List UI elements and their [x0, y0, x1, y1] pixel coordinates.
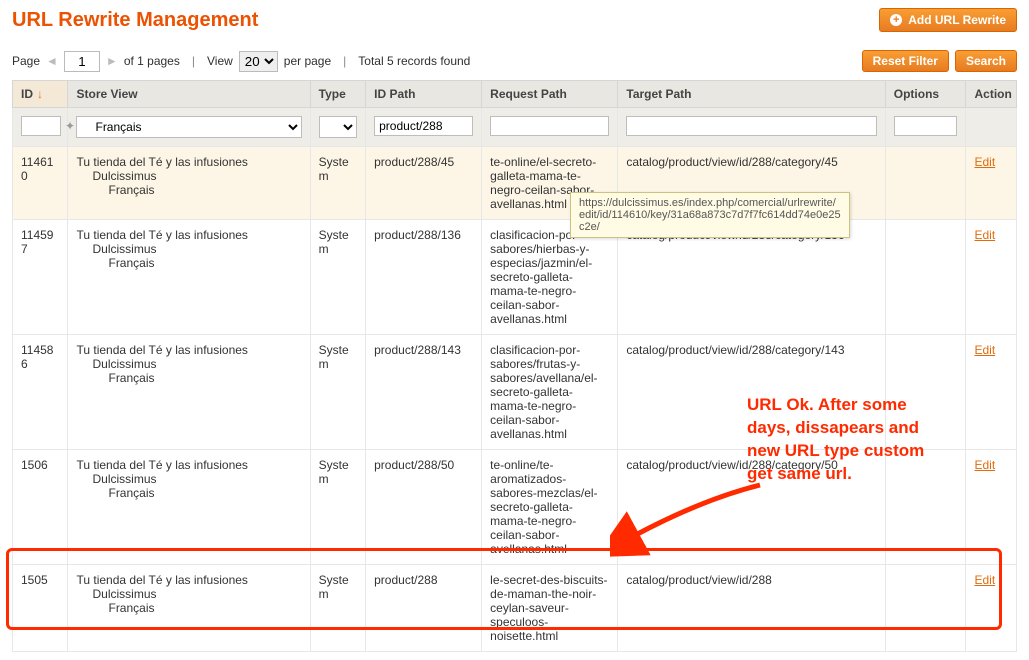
store-lvl3: Français: [76, 256, 301, 270]
cell-id-path: product/288/143: [366, 335, 482, 450]
store-lvl3: Français: [76, 486, 301, 500]
cell-action: Edit: [966, 335, 1017, 450]
cell-request-path: clasificacion-por-sabores/frutas-y-sabor…: [482, 335, 618, 450]
col-options[interactable]: Options: [885, 81, 966, 108]
edit-link[interactable]: Edit: [974, 228, 995, 242]
store-lvl3: Français: [76, 371, 301, 385]
store-lvl2: Dulcissimus: [76, 169, 301, 183]
store-lvl2: Dulcissimus: [76, 242, 301, 256]
filter-id-path-input[interactable]: [374, 116, 473, 136]
grid-toolbar: Page ◄ ► of 1 pages | View 20 per page |…: [12, 50, 1017, 72]
cell-id: 114610: [13, 147, 68, 220]
cell-store-view: Tu tienda del Té y las infusiones Dulcis…: [68, 147, 310, 220]
col-id-path[interactable]: ID Path: [366, 81, 482, 108]
store-lvl2: Dulcissimus: [76, 357, 301, 371]
store-lvl1: Tu tienda del Té y las infusiones: [76, 155, 301, 169]
filter-request-path-input[interactable]: [490, 116, 609, 136]
cell-type: System: [310, 220, 365, 335]
tooltip: https://dulcissimus.es/index.php/comerci…: [570, 192, 850, 238]
cell-type: System: [310, 147, 365, 220]
cell-action: Edit: [966, 147, 1017, 220]
cell-store-view: Tu tienda del Té y las infusiones Dulcis…: [68, 335, 310, 450]
cell-id-path: product/288/45: [366, 147, 482, 220]
store-lvl1: Tu tienda del Té y las infusiones: [76, 228, 301, 242]
table-row[interactable]: 114610 Tu tienda del Té y las infusiones…: [13, 147, 1017, 220]
prev-page-icon[interactable]: ◄: [46, 54, 58, 68]
cell-id-path: product/288/136: [366, 220, 482, 335]
search-button[interactable]: Search: [955, 50, 1017, 72]
cell-options: [885, 220, 966, 335]
filter-options-input[interactable]: [894, 116, 958, 136]
cell-id: 114586: [13, 335, 68, 450]
filter-id-input[interactable]: [21, 116, 61, 136]
plus-icon: +: [890, 14, 902, 26]
page-input[interactable]: [64, 51, 100, 72]
edit-link[interactable]: Edit: [974, 343, 995, 357]
cell-options: [885, 147, 966, 220]
col-type[interactable]: Type: [310, 81, 365, 108]
next-page-icon[interactable]: ►: [106, 54, 118, 68]
cell-id: 114597: [13, 220, 68, 335]
store-lvl2: Dulcissimus: [76, 472, 301, 486]
total-records: Total 5 records found: [358, 54, 470, 68]
col-request-path[interactable]: Request Path: [482, 81, 618, 108]
filter-store-view-select[interactable]: Français: [76, 116, 301, 138]
store-lvl1: Tu tienda del Té y las infusiones: [76, 458, 301, 472]
add-url-rewrite-button[interactable]: + Add URL Rewrite: [879, 8, 1017, 32]
cell-store-view: Tu tienda del Té y las infusiones Dulcis…: [68, 220, 310, 335]
add-button-label: Add URL Rewrite: [908, 13, 1006, 27]
cell-action: Edit: [966, 220, 1017, 335]
col-id[interactable]: ID↓: [13, 81, 68, 108]
page-title: URL Rewrite Management: [12, 9, 258, 32]
range-icon[interactable]: ✦: [65, 119, 75, 133]
cell-type: System: [310, 335, 365, 450]
col-target-path[interactable]: Target Path: [618, 81, 885, 108]
annotation-highlight-box: [6, 548, 1002, 630]
per-page-label: per page: [284, 54, 331, 68]
page-label: Page: [12, 54, 40, 68]
col-store-view[interactable]: Store View: [68, 81, 310, 108]
col-action: Action: [966, 81, 1017, 108]
pages-total: of 1 pages: [124, 54, 180, 68]
edit-link[interactable]: Edit: [974, 155, 995, 169]
edit-link[interactable]: Edit: [974, 458, 995, 472]
filter-target-path-input[interactable]: [626, 116, 876, 136]
filter-type-select[interactable]: [319, 116, 357, 138]
store-lvl1: Tu tienda del Té y las infusiones: [76, 343, 301, 357]
table-row[interactable]: 114597 Tu tienda del Té y las infusiones…: [13, 220, 1017, 335]
annotation-text: URL Ok. After some days, dissapears and …: [747, 394, 924, 486]
store-lvl3: Français: [76, 183, 301, 197]
sort-desc-icon: ↓: [37, 87, 43, 101]
view-label: View: [207, 54, 233, 68]
per-page-select[interactable]: 20: [239, 51, 278, 72]
reset-filter-button[interactable]: Reset Filter: [862, 50, 949, 72]
annotation-arrow-icon: [610, 480, 770, 560]
